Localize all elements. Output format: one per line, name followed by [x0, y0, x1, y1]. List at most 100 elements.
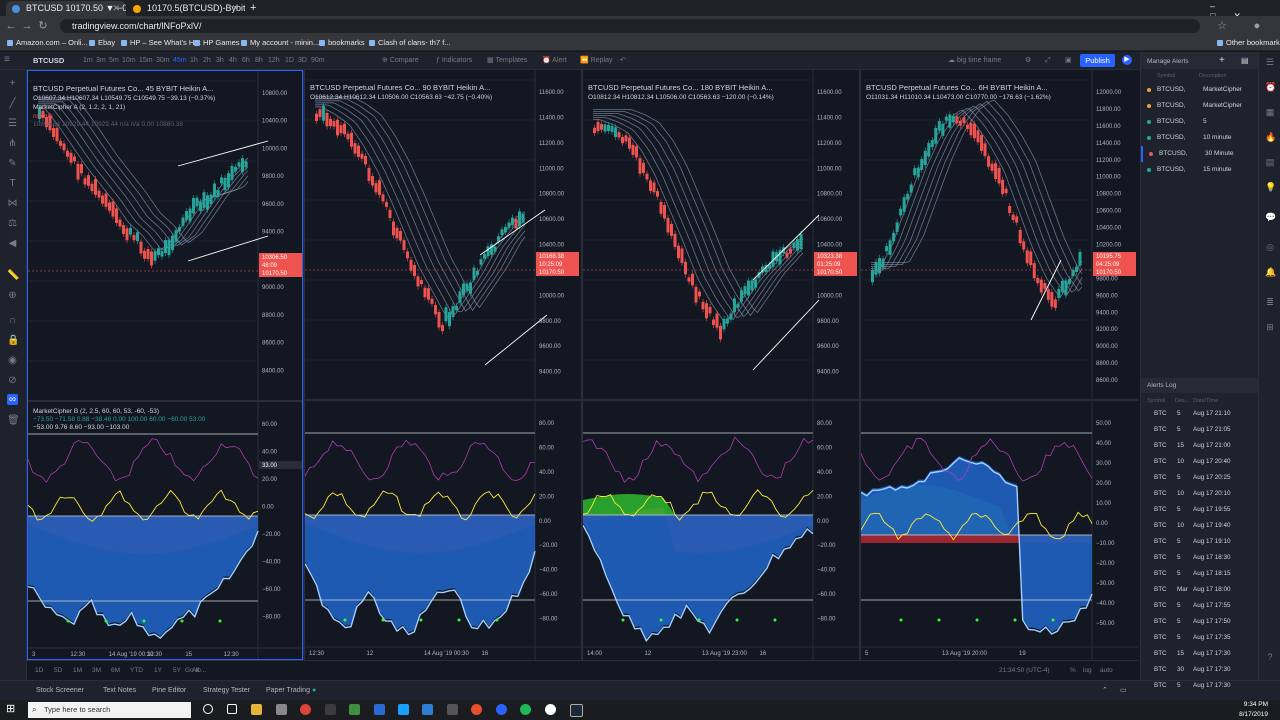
- compare-button[interactable]: ⊕ Compare: [382, 52, 419, 69]
- interval-1h[interactable]: 1h: [190, 52, 198, 69]
- log-row[interactable]: BTC 15 Aug 17 21:00: [1141, 438, 1259, 454]
- log-row[interactable]: BTC 5 Aug 17 18:30: [1141, 550, 1259, 566]
- interval-2h[interactable]: 2h: [203, 52, 211, 69]
- eye-icon[interactable]: ◉: [7, 355, 18, 366]
- log-row[interactable]: BTC 5 Aug 17 21:10: [1141, 406, 1259, 422]
- watchlist-icon[interactable]: ☰: [1265, 57, 1275, 67]
- close-tab-icon[interactable]: ✕: [112, 1, 120, 16]
- app-icon[interactable]: [276, 704, 287, 715]
- pane-divider[interactable]: [581, 70, 583, 660]
- spotify-icon[interactable]: [520, 704, 531, 715]
- horizontal-line-icon[interactable]: ☰: [7, 118, 18, 129]
- dom-icon[interactable]: ⊞: [1265, 322, 1275, 332]
- interval-30m[interactable]: 30m: [156, 52, 170, 69]
- settings-gear-icon[interactable]: ⚙: [1025, 52, 1031, 69]
- interval-45m[interactable]: 45m: [173, 52, 187, 69]
- interval-8h[interactable]: 8h: [255, 52, 263, 69]
- collapse-panel-icon[interactable]: ⌃: [1102, 681, 1108, 701]
- live-stream-icon[interactable]: ▶: [1122, 55, 1132, 65]
- strategy-tester-tab[interactable]: Strategy Tester: [203, 681, 250, 701]
- log-row[interactable]: BTC Mar Aug 17 18:00: [1141, 582, 1259, 598]
- interval-6h[interactable]: 6h: [242, 52, 250, 69]
- address-bar[interactable]: tradingview.com/chart/lNFoPxlV/: [60, 19, 1200, 33]
- range-5d[interactable]: 5D: [54, 661, 62, 681]
- log-row[interactable]: BTC 5 Aug 17 18:15: [1141, 566, 1259, 582]
- log-row[interactable]: BTC 5 Aug 17 20:25: [1141, 470, 1259, 486]
- chart-pane-180[interactable]: 11600.00 11400.00 11200.00 11000.00 10800.00…: [583, 70, 859, 660]
- zoom-icon[interactable]: ⊕: [7, 290, 18, 301]
- app-icon[interactable]: [496, 704, 507, 715]
- calendar-icon[interactable]: ▤: [1265, 157, 1275, 167]
- range-ytd[interactable]: YTD: [130, 661, 143, 681]
- pattern-icon[interactable]: ⋈: [7, 198, 18, 209]
- interval-90m[interactable]: 90m: [311, 52, 325, 69]
- brush-icon[interactable]: ✎: [7, 158, 18, 169]
- log-row[interactable]: BTC 5 Aug 17 17:50: [1141, 614, 1259, 630]
- hide-icon[interactable]: ⊘: [7, 375, 18, 386]
- indicator-b-label[interactable]: MarketCipher B (2, 2.5, 60, 60, 53, -60,…: [33, 408, 159, 415]
- log-row[interactable]: BTC 5 Aug 17 17:35: [1141, 630, 1259, 646]
- bookmark-item[interactable]: Other bookmarks: [1216, 36, 1280, 50]
- fullscreen-icon[interactable]: ⤢: [1045, 52, 1051, 69]
- interval-15m[interactable]: 15m: [139, 52, 153, 69]
- file-explorer-icon[interactable]: [251, 704, 262, 715]
- add-alert-icon[interactable]: +: [1219, 55, 1225, 66]
- app-icon[interactable]: [349, 704, 360, 715]
- alert-item[interactable]: BTCUSD, MarketCipher: [1141, 82, 1259, 98]
- log-row[interactable]: BTC 10 Aug 17 20:40: [1141, 454, 1259, 470]
- order-panel-icon[interactable]: ≣: [1265, 297, 1275, 307]
- bookmark-item[interactable]: bookmarks: [318, 36, 365, 50]
- streams-icon[interactable]: ◎: [1265, 242, 1275, 252]
- log-toggle[interactable]: log: [1083, 661, 1092, 681]
- crosshair-icon[interactable]: +: [7, 78, 18, 89]
- pane-divider[interactable]: [859, 70, 861, 660]
- log-row[interactable]: BTC 5 Aug 17 21:05: [1141, 422, 1259, 438]
- text-icon[interactable]: T: [7, 178, 18, 189]
- pane-divider[interactable]: [303, 70, 305, 660]
- alert-item[interactable]: BTCUSD, 10 minute: [1141, 130, 1259, 146]
- chart-pane-90[interactable]: 11600.00 11400.00 11200.00 11000.00 10800.00…: [305, 70, 581, 660]
- alerts-icon[interactable]: ⏰: [1265, 82, 1276, 92]
- stock-screener-tab[interactable]: Stock Screener: [36, 681, 84, 701]
- range-1d[interactable]: 1D: [35, 661, 43, 681]
- range-6m[interactable]: 6M: [111, 661, 120, 681]
- interval-4h[interactable]: 4h: [229, 52, 237, 69]
- ideas-icon[interactable]: 💡: [1265, 182, 1276, 192]
- chat-icon[interactable]: 💬: [1265, 212, 1276, 222]
- log-row[interactable]: BTC 5 Aug 17 19:55: [1141, 502, 1259, 518]
- star-icon[interactable]: ☆: [1215, 19, 1229, 33]
- ruler-icon[interactable]: 📏: [7, 270, 19, 281]
- interval-1D[interactable]: 1D: [285, 52, 294, 69]
- undo-icon[interactable]: ↶: [620, 52, 626, 69]
- notifications-icon[interactable]: 🔔: [1265, 267, 1276, 277]
- link-icon[interactable]: ∞: [7, 394, 18, 405]
- profile-icon[interactable]: ●: [1250, 19, 1264, 33]
- replay-button[interactable]: ⏪ Replay: [580, 52, 612, 69]
- timezone-clock[interactable]: 21:34:50 (UTC-4): [999, 661, 1050, 681]
- interval-3h[interactable]: 3h: [216, 52, 224, 69]
- log-row[interactable]: BTC 15 Aug 17 17:30: [1141, 646, 1259, 662]
- log-row[interactable]: BTC 5 Aug 17 17:30: [1141, 678, 1259, 694]
- chart-pane-6h[interactable]: 12000.00 11800.00 11600.00 11400.00 11200.00…: [861, 70, 1138, 660]
- bookmark-item[interactable]: HP Games: [193, 36, 240, 50]
- menu-icon[interactable]: ≡: [4, 55, 10, 65]
- lock-icon[interactable]: 🔒: [7, 335, 19, 346]
- alert-button[interactable]: ⏰ Alert: [542, 52, 567, 69]
- bookmark-item[interactable]: HP – See What's Hot: [120, 36, 201, 50]
- interval-5m[interactable]: 5m: [109, 52, 119, 69]
- hotlists-icon[interactable]: 🔥: [1265, 132, 1276, 142]
- publish-button[interactable]: Publish: [1080, 54, 1115, 67]
- symbol-search[interactable]: BTCUSD: [33, 52, 64, 69]
- reload-icon[interactable]: ↻: [36, 19, 50, 33]
- icons-icon[interactable]: ◀: [7, 238, 18, 249]
- trash-icon[interactable]: 🗑: [7, 415, 20, 426]
- bookmark-item[interactable]: My account - minin...: [240, 36, 319, 50]
- log-row[interactable]: BTC 30 Aug 17 17:30: [1141, 662, 1259, 678]
- bookmark-item[interactable]: Ebay: [88, 36, 115, 50]
- alert-item[interactable]: BTCUSD, MarketCipher: [1141, 98, 1259, 114]
- log-row[interactable]: BTC 10 Aug 17 19:40: [1141, 518, 1259, 534]
- maximize-panel-icon[interactable]: ▭: [1120, 681, 1127, 701]
- range-1m[interactable]: 1M: [73, 661, 82, 681]
- interval-10m[interactable]: 10m: [122, 52, 136, 69]
- alert-item[interactable]: BTCUSD, 30 Minute: [1141, 146, 1261, 162]
